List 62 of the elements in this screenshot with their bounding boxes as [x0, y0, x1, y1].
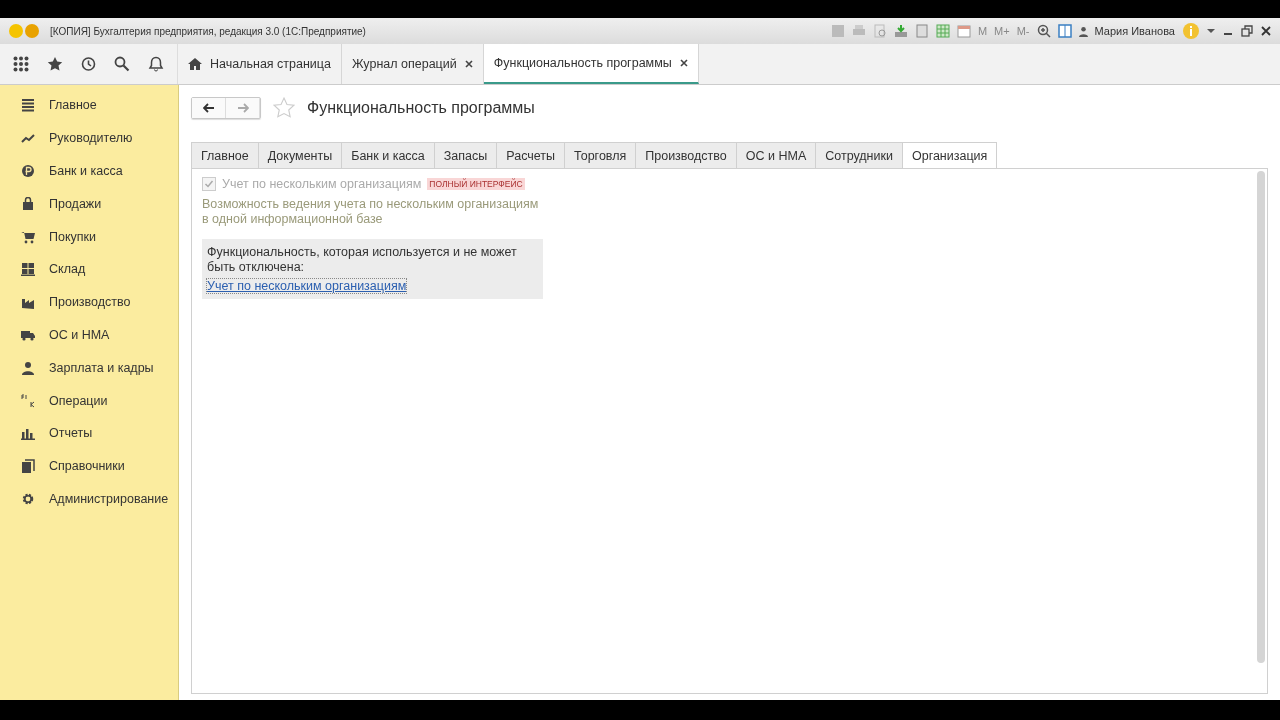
sidebar-item[interactable]: Склад: [0, 253, 178, 286]
open-tab[interactable]: Функциональность программы: [483, 44, 699, 84]
interface-tag: ПОЛНЫЙ ИНТЕРФЕЙС: [427, 178, 525, 190]
import-icon[interactable]: [893, 24, 908, 38]
sidebar-item[interactable]: Зарплата и кадры: [0, 351, 178, 385]
cart-icon: [21, 229, 35, 244]
form-tab[interactable]: Организация: [902, 142, 998, 169]
scrollbar[interactable]: [1257, 171, 1265, 663]
form-title: Функциональность программы: [307, 99, 535, 117]
sidebar-item[interactable]: Руководителю: [0, 121, 178, 155]
user-icon: [1078, 25, 1088, 37]
search-icon[interactable]: [114, 56, 131, 72]
back-button[interactable]: [192, 98, 226, 118]
window-title: [КОПИЯ] Бухгалтерия предприятия, редакция 3.0 (1С:Предприятие): [50, 25, 366, 37]
sidebar-item[interactable]: Справочники: [0, 449, 178, 483]
sidebar-item[interactable]: Продажи: [0, 187, 178, 221]
close-icon[interactable]: [679, 59, 688, 67]
form-tab[interactable]: Банк и касса: [342, 142, 435, 169]
grid-icon: [21, 262, 35, 277]
notice-text: Функциональность, которая используется и не может быть отключена:: [207, 245, 518, 275]
form-tab[interactable]: Производство: [636, 142, 737, 169]
form-tab[interactable]: Торговля: [565, 142, 637, 169]
user-name[interactable]: Мария Иванова: [1094, 25, 1175, 37]
sidebar-item[interactable]: Производство: [0, 285, 178, 319]
sidebar-item[interactable]: Операции: [0, 384, 178, 417]
form-tab[interactable]: Сотрудники: [816, 142, 903, 169]
close-icon[interactable]: [464, 60, 473, 68]
form-tab[interactable]: Расчеты: [497, 142, 566, 169]
favorites-star-icon[interactable]: [46, 56, 63, 72]
history-icon[interactable]: [80, 56, 97, 72]
close-icon[interactable]: [1260, 25, 1272, 37]
sidebar-item[interactable]: Покупки: [0, 220, 178, 253]
forward-arrow-icon: [236, 103, 249, 113]
caret-icon[interactable]: [1207, 28, 1215, 34]
coin-icon: [21, 164, 35, 178]
form-tab[interactable]: Документы: [258, 142, 343, 169]
bell-icon[interactable]: [148, 56, 165, 72]
person-icon: [21, 360, 35, 375]
gear-icon: [21, 491, 35, 506]
open-tab[interactable]: Журнал операций: [341, 44, 484, 84]
app-logo-icon: [8, 23, 42, 39]
functionality-link[interactable]: Учет по нескольким организациям: [207, 279, 407, 293]
back-arrow-icon: [202, 103, 215, 113]
favorite-star-icon[interactable]: [273, 97, 295, 119]
restore-icon[interactable]: [1241, 25, 1253, 37]
home-icon: [188, 58, 202, 70]
panels-icon[interactable]: [1057, 24, 1072, 38]
apps-grid-icon[interactable]: [12, 56, 29, 72]
form-tab[interactable]: Главное: [191, 142, 259, 169]
option-description: Возможность ведения учета по нескольким организациям в одной информационной базе: [202, 197, 540, 227]
sidebar-item[interactable]: Администрирование: [0, 482, 178, 516]
bar-chart-icon: [21, 426, 35, 441]
zoom-icon[interactable]: [1036, 24, 1051, 38]
sidebar-item[interactable]: Главное: [0, 89, 178, 122]
sidebar-item[interactable]: ОС и НМА: [0, 318, 178, 352]
form-tab[interactable]: ОС и НМА: [736, 142, 817, 169]
sidebar-item[interactable]: Банк и касса: [0, 154, 178, 188]
books-icon: [21, 459, 35, 474]
lines-icon: [21, 98, 35, 113]
checkbox-label: Учет по нескольким организациям: [222, 177, 422, 191]
open-tab[interactable]: Начальная страница: [178, 44, 342, 84]
sidebar-item[interactable]: Отчеты: [0, 416, 178, 450]
